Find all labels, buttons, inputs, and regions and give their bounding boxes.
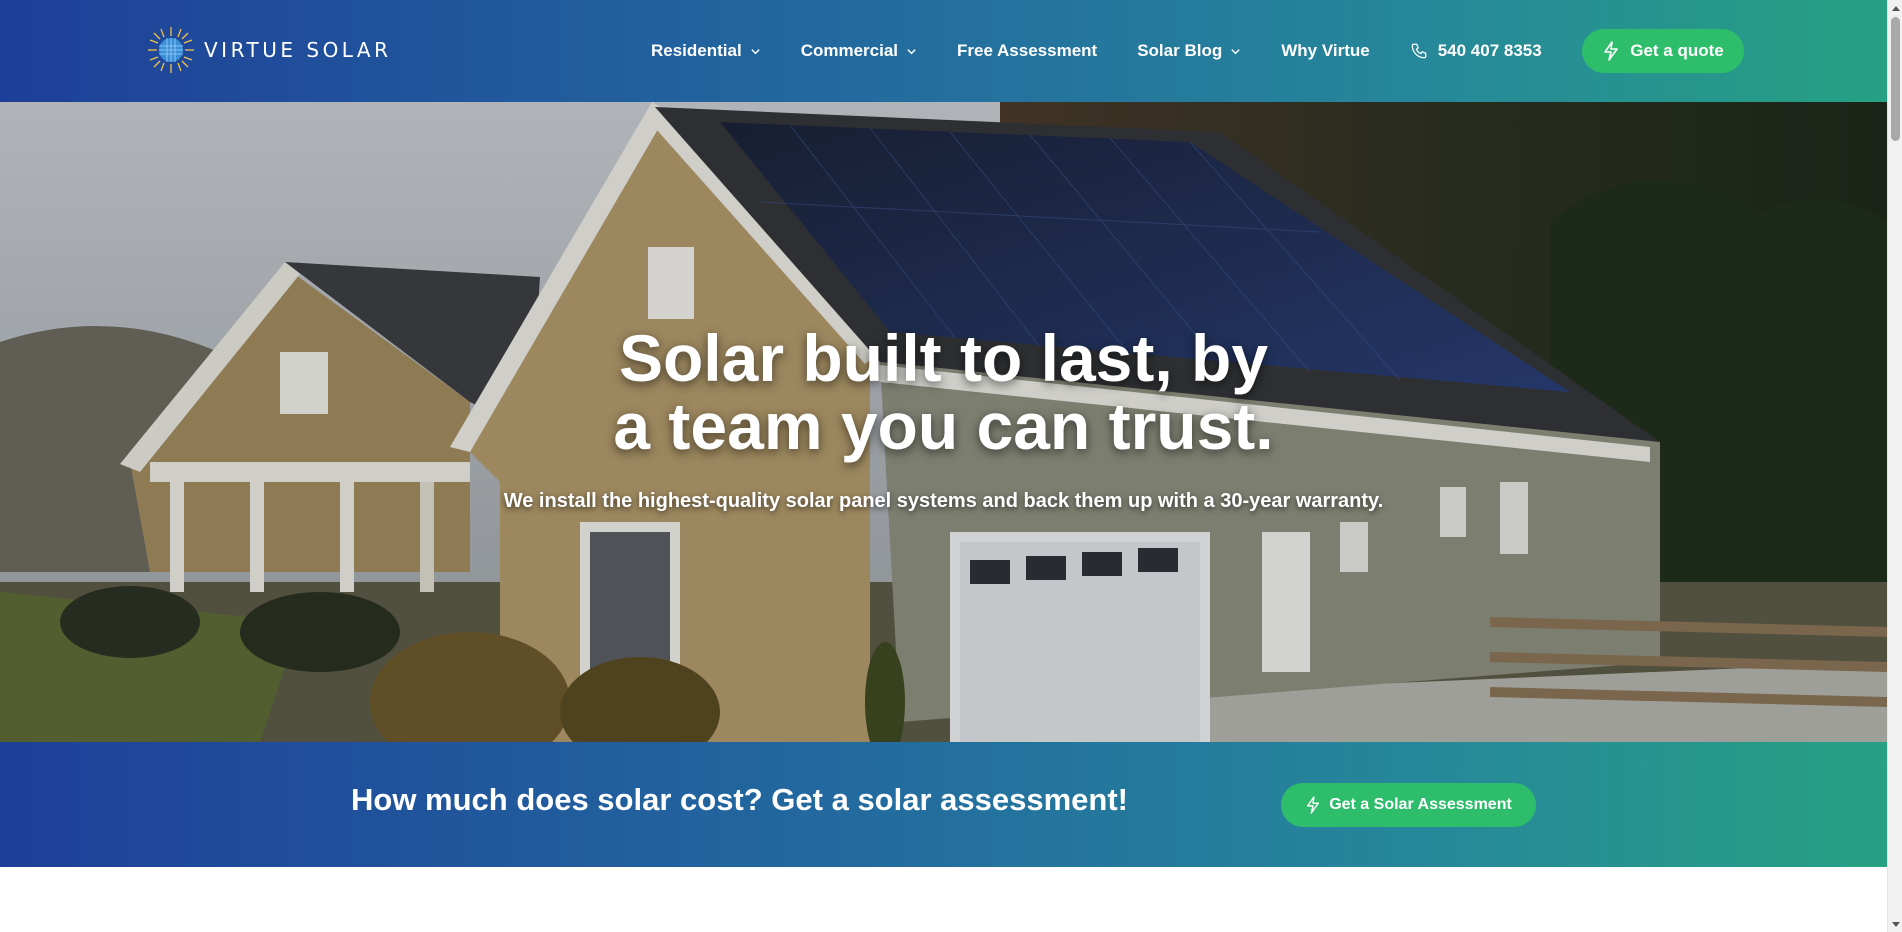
lightning-icon	[1307, 796, 1320, 814]
scrollbar-thumb[interactable]	[1891, 17, 1900, 141]
get-solar-assessment-label: Get a Solar Assessment	[1329, 796, 1512, 813]
cta-headline: How much does solar cost? Get a solar as…	[351, 782, 1128, 817]
site-header: VIRTUE SOLAR Residential Commercial Free…	[0, 0, 1887, 102]
scroll-up-arrow-icon[interactable]	[1888, 0, 1902, 15]
brand-logo[interactable]: VIRTUE SOLAR	[146, 24, 392, 76]
hero-headline-line2: a team you can trust.	[613, 389, 1274, 463]
assessment-cta-band: How much does solar cost? Get a solar as…	[0, 742, 1887, 867]
nav-phone-link[interactable]: 540 407 8353	[1410, 41, 1542, 61]
nav-residential-label: Residential	[651, 41, 742, 60]
nav-solar-blog[interactable]: Solar Blog	[1137, 41, 1241, 61]
nav-solar-blog-label: Solar Blog	[1137, 41, 1223, 60]
hero-headline: Solar built to last, by a team you can t…	[0, 324, 1887, 460]
chevron-down-icon	[1231, 48, 1240, 54]
scroll-down-arrow-icon[interactable]	[1888, 917, 1902, 932]
lightning-icon	[1604, 41, 1619, 61]
hero-subtitle: We install the highest-quality solar pan…	[503, 490, 1384, 512]
brand-name: VIRTUE SOLAR	[204, 38, 392, 62]
nav-commercial[interactable]: Commercial	[801, 41, 917, 61]
sunburst-logo-icon	[148, 27, 194, 73]
nav-commercial-label: Commercial	[800, 41, 899, 60]
hero-headline-line1: Solar built to last, by	[618, 321, 1269, 395]
nav-residential[interactable]: Residential	[651, 41, 761, 61]
phone-icon	[1411, 43, 1427, 59]
nav-free-assessment[interactable]: Free Assessment	[957, 41, 1097, 61]
get-quote-button[interactable]: Get a quote	[1582, 29, 1744, 73]
hero-section: Solar built to last, by a team you can t…	[0, 102, 1887, 742]
nav-why-virtue-label: Why Virtue	[1281, 41, 1370, 60]
chevron-down-icon	[907, 48, 916, 54]
get-solar-assessment-button[interactable]: Get a Solar Assessment	[1281, 783, 1536, 827]
chevron-down-icon	[751, 48, 760, 54]
nav-free-assessment-label: Free Assessment	[957, 41, 1098, 60]
get-quote-label: Get a quote	[1630, 41, 1724, 60]
main-nav: Residential Commercial Free Assessment S…	[651, 0, 1582, 102]
page-scrollbar[interactable]	[1887, 0, 1902, 932]
content-area	[0, 867, 1887, 932]
nav-why-virtue[interactable]: Why Virtue	[1281, 41, 1369, 61]
phone-number: 540 407 8353	[1437, 41, 1542, 60]
